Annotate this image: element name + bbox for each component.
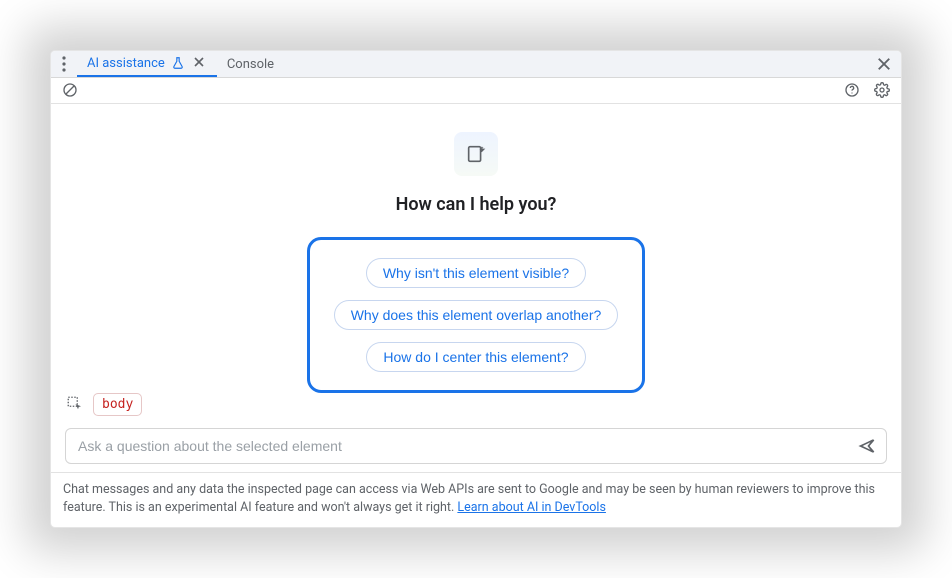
prompt-input-shell — [65, 428, 887, 464]
tab-label: AI assistance — [87, 56, 165, 71]
send-button[interactable] — [856, 435, 878, 457]
tab-label: Console — [227, 57, 274, 72]
suggestion-chip[interactable]: Why isn't this element visible? — [366, 258, 586, 288]
element-picker-icon[interactable] — [65, 394, 85, 414]
suggestion-chip[interactable]: Why does this element overlap another? — [334, 300, 619, 330]
suggestion-chip[interactable]: How do I center this element? — [366, 342, 585, 372]
prompt-input[interactable] — [78, 438, 848, 454]
tab-strip: AI assistance Console — [51, 51, 901, 78]
tab-console[interactable]: Console — [217, 51, 284, 77]
toolbar — [51, 78, 901, 104]
clear-icon[interactable] — [59, 79, 81, 101]
close-panel-button[interactable] — [867, 51, 901, 77]
devtools-panel: AI assistance Console — [50, 50, 902, 528]
context-row: body — [51, 393, 901, 422]
input-row — [51, 422, 901, 472]
settings-icon[interactable] — [871, 79, 893, 101]
help-icon[interactable] — [841, 79, 863, 101]
close-tab-icon[interactable] — [191, 56, 207, 71]
tab-ai-assistance[interactable]: AI assistance — [77, 51, 217, 77]
selected-element-tag[interactable]: body — [93, 393, 142, 416]
main-area: How can I help you? Why isn't this eleme… — [51, 104, 901, 393]
hero-title: How can I help you? — [396, 194, 557, 215]
suggestions-highlight-box: Why isn't this element visible? Why does… — [307, 237, 646, 393]
more-menu-button[interactable] — [51, 51, 77, 77]
flask-icon — [171, 56, 185, 70]
disclaimer-footer: Chat messages and any data the inspected… — [51, 472, 901, 527]
ai-sparkle-icon — [454, 132, 498, 176]
learn-more-link[interactable]: Learn about AI in DevTools — [457, 500, 606, 515]
